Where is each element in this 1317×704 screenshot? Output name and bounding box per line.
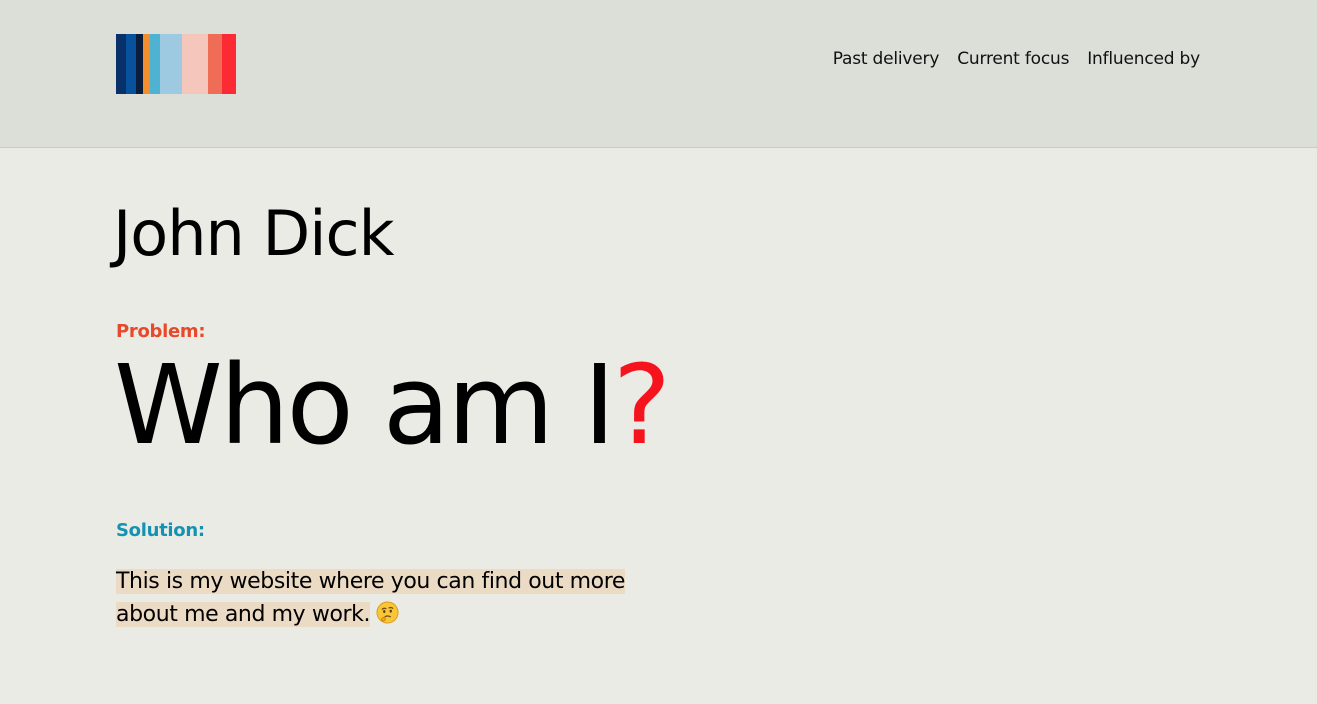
thinking-face-icon [376, 601, 399, 624]
intro-text: This is my website where you can find ou… [116, 565, 656, 631]
page-title: John Dick [113, 197, 394, 270]
logo-stripe [182, 34, 208, 94]
logo-stripe [143, 34, 150, 94]
headline-question-text: Who am I [114, 341, 616, 469]
nav-link-past-delivery[interactable]: Past delivery [824, 47, 949, 71]
logo-stripe [126, 34, 136, 94]
logo-stripe [160, 34, 182, 94]
logo-stripe [150, 34, 160, 94]
nav-link-influenced-by[interactable]: Influenced by [1078, 47, 1200, 71]
logo[interactable] [116, 34, 236, 94]
logo-stripe [222, 34, 236, 94]
logo-stripe [208, 34, 222, 94]
main-nav: Past delivery Current focus Influenced b… [824, 47, 1200, 71]
nav-link-current-focus[interactable]: Current focus [948, 47, 1078, 71]
logo-stripe [136, 34, 143, 94]
question-mark: ? [612, 341, 671, 469]
site-header: Past delivery Current focus Influenced b… [0, 0, 1317, 148]
headline-question: Who am I? [114, 340, 671, 470]
logo-stripe [116, 34, 126, 94]
solution-label: Solution: [116, 520, 205, 541]
intro-text-highlight: This is my website where you can find ou… [116, 569, 626, 627]
